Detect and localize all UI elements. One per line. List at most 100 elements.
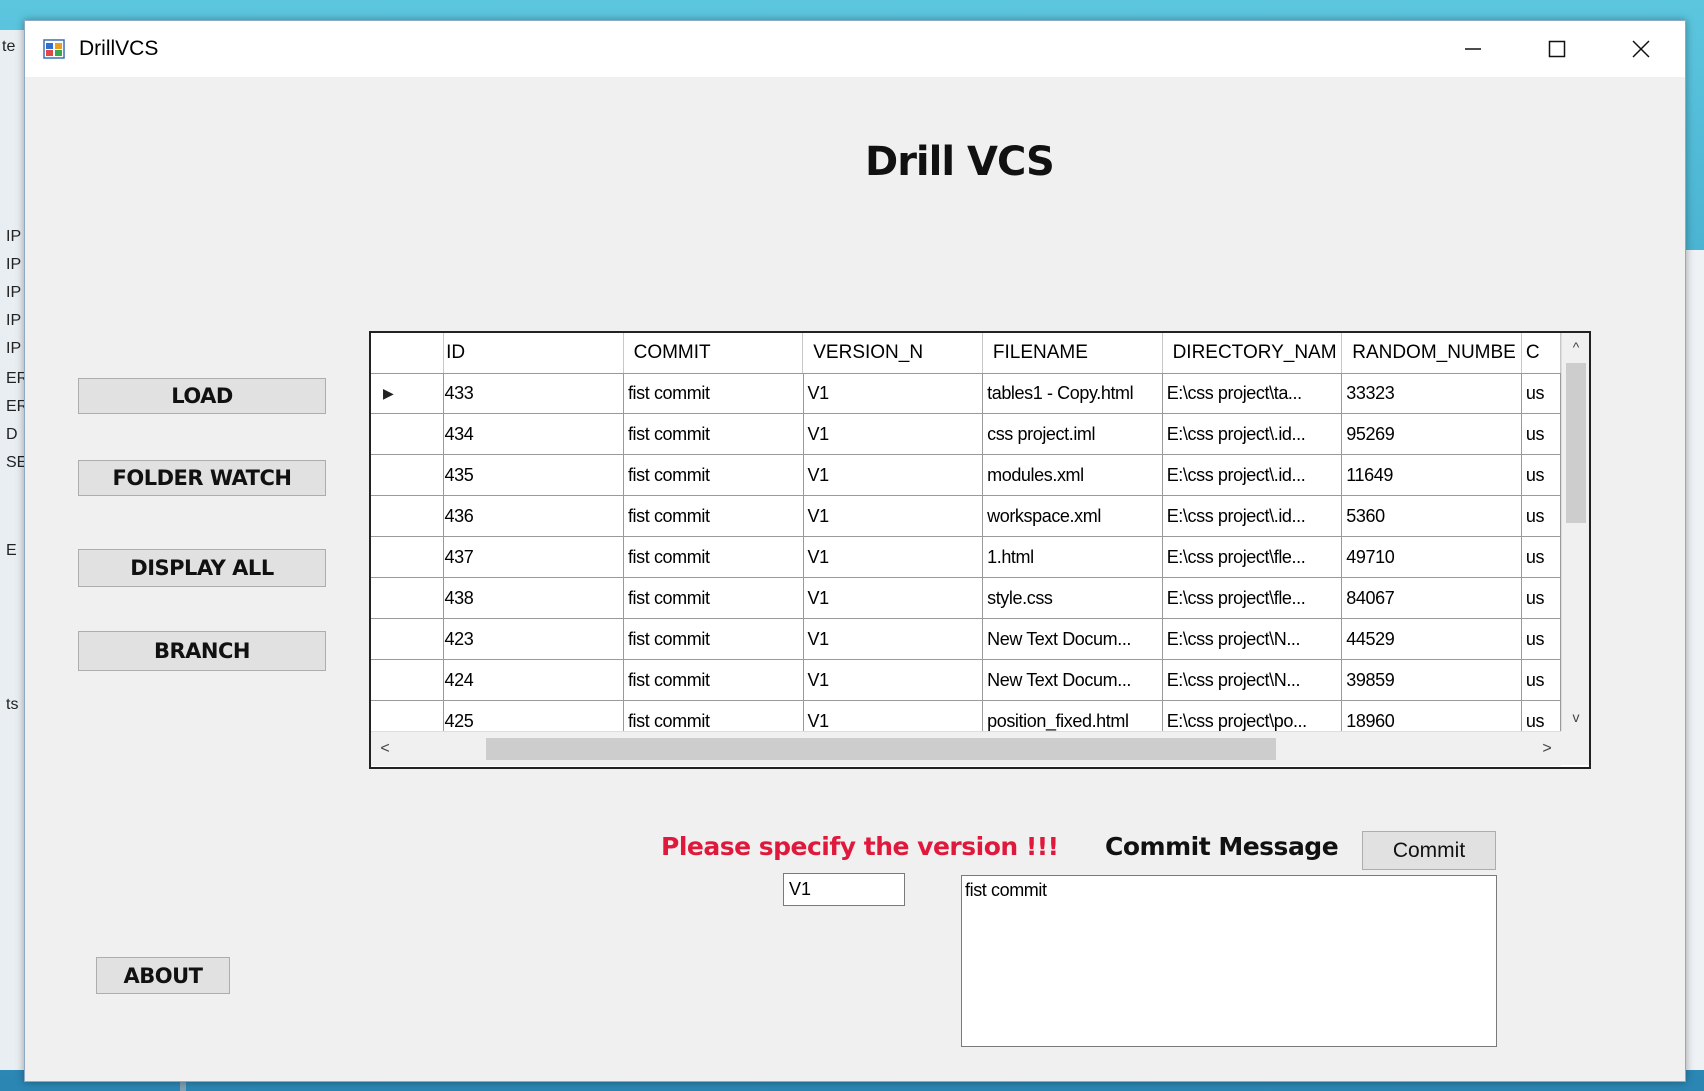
row-header[interactable] (371, 496, 445, 536)
cell-commit[interactable]: fist commit (624, 496, 804, 536)
cell-id[interactable]: 434 (444, 414, 624, 454)
cell-version[interactable]: V1 (804, 373, 984, 413)
cell-commit[interactable]: fist commit (624, 619, 804, 659)
cell-filename[interactable]: css project.iml (983, 414, 1163, 454)
cell-id[interactable]: 424 (444, 660, 624, 700)
table-row[interactable]: 437 fist commit V1 1.html E:\css project\fle… (371, 537, 1561, 578)
cell-id[interactable]: 437 (444, 537, 624, 577)
minimize-button[interactable] (1431, 21, 1515, 77)
cell-random[interactable]: 11649 (1342, 455, 1522, 495)
cell-filename[interactable]: 1.html (983, 537, 1163, 577)
cell-filename[interactable]: New Text Docum... (983, 619, 1163, 659)
maximize-button[interactable] (1515, 21, 1599, 77)
cell-c[interactable]: us (1522, 414, 1561, 454)
cell-c[interactable]: us (1522, 496, 1561, 536)
cell-directory[interactable]: E:\css project\fle... (1163, 537, 1343, 577)
about-button[interactable]: ABOUT (96, 957, 230, 994)
cell-id[interactable]: 436 (444, 496, 624, 536)
cell-filename[interactable]: New Text Docum... (983, 660, 1163, 700)
table-row[interactable]: 435 fist commit V1 modules.xml E:\css projec… (371, 455, 1561, 496)
row-header[interactable]: ▶ (371, 373, 445, 413)
row-header[interactable] (371, 414, 445, 454)
close-button[interactable] (1599, 21, 1683, 77)
cell-version[interactable]: V1 (804, 537, 984, 577)
cell-c[interactable]: us (1522, 578, 1561, 618)
column-header-commit[interactable]: COMMIT (624, 333, 804, 373)
load-button[interactable]: LOAD (78, 378, 326, 414)
row-header[interactable] (371, 619, 445, 659)
cell-directory[interactable]: E:\css project\.id... (1163, 414, 1343, 454)
column-header-id[interactable]: ID (444, 333, 624, 373)
display-all-button[interactable]: DISPLAY ALL (78, 549, 326, 587)
vertical-scroll-thumb[interactable] (1566, 363, 1586, 523)
row-header[interactable] (371, 660, 445, 700)
commit-message-textarea[interactable]: fist commit (961, 875, 1497, 1047)
cell-c[interactable]: us (1522, 537, 1561, 577)
cell-version[interactable]: V1 (804, 660, 984, 700)
cell-id[interactable]: 433 (444, 373, 624, 413)
cell-version[interactable]: V1 (804, 455, 984, 495)
scroll-right-icon[interactable]: > (1533, 732, 1561, 766)
cell-directory[interactable]: E:\css project\.id... (1163, 496, 1343, 536)
table-row[interactable]: 423 fist commit V1 New Text Docum... E:\css … (371, 619, 1561, 660)
cell-random[interactable]: 33323 (1342, 373, 1522, 413)
horizontal-scroll-thumb[interactable] (486, 738, 1276, 760)
cell-c[interactable]: us (1522, 619, 1561, 659)
cell-directory[interactable]: E:\css project\N... (1163, 660, 1343, 700)
vertical-scrollbar[interactable]: ^ v (1561, 333, 1589, 731)
table-row[interactable]: 436 fist commit V1 workspace.xml E:\css proj… (371, 496, 1561, 537)
row-header[interactable] (371, 578, 445, 618)
column-header-c[interactable]: C (1522, 333, 1561, 373)
table-row[interactable]: 434 fist commit V1 css project.iml E:\css pr… (371, 414, 1561, 455)
cell-directory[interactable]: E:\css project\N... (1163, 619, 1343, 659)
cell-c[interactable]: us (1522, 660, 1561, 700)
table-row[interactable]: 424 fist commit V1 New Text Docum... E:\css … (371, 660, 1561, 701)
cell-directory[interactable]: E:\css project\fle... (1163, 578, 1343, 618)
cell-version[interactable]: V1 (804, 619, 984, 659)
cell-commit[interactable]: fist commit (624, 660, 804, 700)
cell-commit[interactable]: fist commit (624, 414, 804, 454)
cell-id[interactable]: 435 (444, 455, 624, 495)
cell-filename[interactable]: tables1 - Copy.html (983, 373, 1163, 413)
cell-id[interactable]: 423 (444, 619, 624, 659)
table-row[interactable]: ▶ 433 fist commit V1 tables1 - Copy.html E:\c… (371, 373, 1561, 414)
row-header[interactable] (371, 455, 445, 495)
cell-commit[interactable]: fist commit (624, 455, 804, 495)
column-header-filename[interactable]: FILENAME (983, 333, 1163, 373)
cell-commit[interactable]: fist commit (624, 537, 804, 577)
cell-filename[interactable]: modules.xml (983, 455, 1163, 495)
cell-filename[interactable]: style.css (983, 578, 1163, 618)
cell-random[interactable]: 39859 (1342, 660, 1522, 700)
cell-version[interactable]: V1 (804, 496, 984, 536)
cell-random[interactable]: 44529 (1342, 619, 1522, 659)
cell-version[interactable]: V1 (804, 414, 984, 454)
scroll-down-icon[interactable]: v (1562, 703, 1589, 731)
cell-directory[interactable]: E:\css project\.id... (1163, 455, 1343, 495)
cell-random[interactable]: 49710 (1342, 537, 1522, 577)
column-header-directory[interactable]: DIRECTORY_NAM (1163, 333, 1343, 373)
branch-button[interactable]: BRANCH (78, 631, 326, 671)
version-input[interactable] (783, 873, 905, 906)
background-text-fragment: D (6, 426, 18, 443)
horizontal-scrollbar[interactable]: < > (371, 731, 1561, 766)
scroll-up-icon[interactable]: ^ (1562, 333, 1589, 361)
cell-random[interactable]: 95269 (1342, 414, 1522, 454)
column-header-version[interactable]: VERSION_N (803, 333, 983, 373)
cell-id[interactable]: 438 (444, 578, 624, 618)
cell-commit[interactable]: fist commit (624, 373, 804, 413)
cell-commit[interactable]: fist commit (624, 578, 804, 618)
cell-version[interactable]: V1 (804, 578, 984, 618)
cell-c[interactable]: us (1522, 373, 1561, 413)
cell-filename[interactable]: workspace.xml (983, 496, 1163, 536)
cell-random[interactable]: 5360 (1342, 496, 1522, 536)
scroll-left-icon[interactable]: < (371, 732, 399, 766)
cell-c[interactable]: us (1522, 455, 1561, 495)
cell-directory[interactable]: E:\css project\ta... (1163, 373, 1343, 413)
cell-random[interactable]: 84067 (1342, 578, 1522, 618)
table-row[interactable]: 438 fist commit V1 style.css E:\css project\… (371, 578, 1561, 619)
data-grid[interactable]: ID COMMIT VERSION_N FILENAME DIRECTORY_N… (369, 331, 1591, 769)
row-header[interactable] (371, 537, 445, 577)
column-header-random[interactable]: RANDOM_NUMBE (1342, 333, 1522, 373)
folder-watch-button[interactable]: FOLDER WATCH (78, 460, 326, 496)
commit-button[interactable]: Commit (1362, 831, 1496, 870)
